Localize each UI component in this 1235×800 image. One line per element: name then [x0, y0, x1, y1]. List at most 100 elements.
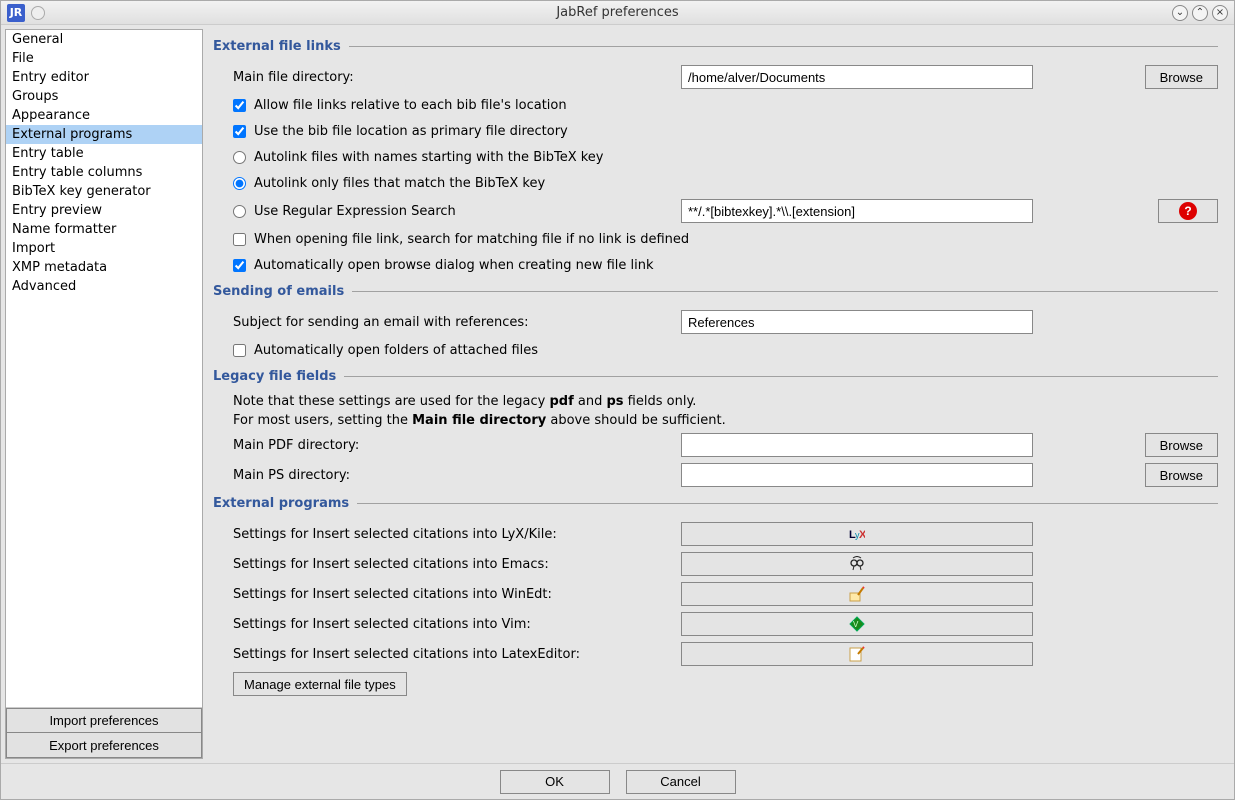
sidebar-item-entry-preview[interactable]: Entry preview: [6, 201, 202, 220]
sidebar: GeneralFileEntry editorGroupsAppearanceE…: [5, 29, 203, 759]
sidebar-item-import[interactable]: Import: [6, 239, 202, 258]
sidebar-item-groups[interactable]: Groups: [6, 87, 202, 106]
sidebar-item-entry-table-columns[interactable]: Entry table columns: [6, 163, 202, 182]
pdf-dir-input[interactable]: [681, 433, 1033, 457]
regex-input[interactable]: [681, 199, 1033, 223]
import-preferences-button[interactable]: Import preferences: [6, 708, 202, 733]
chk-search-match[interactable]: [233, 233, 246, 246]
row-pdf-dir: Main PDF directory: Browse: [213, 430, 1218, 460]
legacy-note-2: For most users, setting the Main file di…: [213, 411, 1218, 430]
vim-label: Settings for Insert selected citations i…: [233, 617, 673, 632]
row-winedt: Settings for Insert selected citations i…: [213, 579, 1218, 609]
section-external-file-links: External file links: [213, 39, 1218, 54]
chk-relative[interactable]: [233, 99, 246, 112]
export-preferences-button[interactable]: Export preferences: [6, 733, 202, 758]
sidebar-item-entry-editor[interactable]: Entry editor: [6, 68, 202, 87]
radio-start-row: Autolink files with names starting with …: [213, 144, 1218, 170]
emacs-icon: [849, 556, 865, 572]
main-file-dir-browse-button[interactable]: Browse: [1145, 65, 1218, 89]
chk-open-folders-label: Automatically open folders of attached f…: [254, 343, 538, 358]
manage-external-file-types-button[interactable]: Manage external file types: [233, 672, 407, 696]
content-area: GeneralFileEntry editorGroupsAppearanceE…: [1, 25, 1234, 763]
row-emacs: Settings for Insert selected citations i…: [213, 549, 1218, 579]
chk-auto-browse-label: Automatically open browse dialog when cr…: [254, 258, 654, 273]
preferences-window: JR JabRef preferences ⌄ ⌃ × GeneralFileE…: [0, 0, 1235, 800]
email-subject-label: Subject for sending an email with refere…: [233, 315, 673, 330]
chk-open-folders-row: Automatically open folders of attached f…: [213, 337, 1218, 363]
winedt-settings-button[interactable]: [681, 582, 1033, 606]
radio-regex-label: Use Regular Expression Search: [254, 204, 456, 219]
radio-match-row: Autolink only files that match the BibTe…: [213, 170, 1218, 196]
lyx-label: Settings for Insert selected citations i…: [233, 527, 673, 542]
section-rule: [349, 46, 1218, 47]
row-ps-dir: Main PS directory: Browse: [213, 460, 1218, 490]
chk-auto-browse-row: Automatically open browse dialog when cr…: [213, 252, 1218, 278]
sidebar-item-general[interactable]: General: [6, 30, 202, 49]
vim-settings-button[interactable]: V: [681, 612, 1033, 636]
row-vim: Settings for Insert selected citations i…: [213, 609, 1218, 639]
sidebar-item-appearance[interactable]: Appearance: [6, 106, 202, 125]
row-email-subject: Subject for sending an email with refere…: [213, 307, 1218, 337]
sidebar-item-entry-table[interactable]: Entry table: [6, 144, 202, 163]
lyx-settings-button[interactable]: LyX: [681, 522, 1033, 546]
sidebar-item-external-programs[interactable]: External programs: [6, 125, 202, 144]
radio-autolink-start[interactable]: [233, 151, 246, 164]
chk-relative-label: Allow file links relative to each bib fi…: [254, 98, 567, 113]
vim-icon: V: [849, 616, 865, 632]
sidebar-item-advanced[interactable]: Advanced: [6, 277, 202, 296]
email-subject-input[interactable]: [681, 310, 1033, 334]
emacs-settings-button[interactable]: [681, 552, 1033, 576]
radio-start-label: Autolink files with names starting with …: [254, 150, 604, 165]
main-panel: External file links Main file directory:…: [203, 25, 1234, 763]
chk-open-folders[interactable]: [233, 344, 246, 357]
chk-primary-row: Use the bib file location as primary fil…: [213, 118, 1218, 144]
ok-button[interactable]: OK: [500, 770, 610, 794]
sidebar-list: GeneralFileEntry editorGroupsAppearanceE…: [6, 30, 202, 707]
radio-match-label: Autolink only files that match the BibTe…: [254, 176, 545, 191]
help-icon: ?: [1179, 202, 1197, 220]
row-latex: Settings for Insert selected citations i…: [213, 639, 1218, 669]
section-rule: [357, 503, 1218, 504]
legacy-note-1: Note that these settings are used for th…: [213, 392, 1218, 411]
footer: OK Cancel: [1, 763, 1234, 799]
emacs-label: Settings for Insert selected citations i…: [233, 557, 673, 572]
ps-dir-browse-button[interactable]: Browse: [1145, 463, 1218, 487]
chk-primary-label: Use the bib file location as primary fil…: [254, 124, 568, 139]
radio-autolink-match[interactable]: [233, 177, 246, 190]
section-external-programs: External programs: [213, 496, 1218, 511]
section-legacy: Legacy file fields: [213, 369, 1218, 384]
chk-search-match-label: When opening file link, search for match…: [254, 232, 689, 247]
row-lyx: Settings for Insert selected citations i…: [213, 519, 1218, 549]
chk-primary[interactable]: [233, 125, 246, 138]
sidebar-item-xmp-metadata[interactable]: XMP metadata: [6, 258, 202, 277]
sidebar-bottom: Import preferences Export preferences: [6, 707, 202, 758]
chk-auto-browse[interactable]: [233, 259, 246, 272]
sidebar-item-bibtex-key-generator[interactable]: BibTeX key generator: [6, 182, 202, 201]
row-main-file-dir: Main file directory: Browse: [213, 62, 1218, 92]
section-rule: [344, 376, 1218, 377]
chk-relative-row: Allow file links relative to each bib fi…: [213, 92, 1218, 118]
window-title: JabRef preferences: [1, 5, 1234, 20]
winedt-icon: [849, 586, 865, 602]
radio-regex-row: Use Regular Expression Search ?: [213, 196, 1218, 226]
section-title: External file links: [213, 39, 341, 54]
main-file-dir-input[interactable]: [681, 65, 1033, 89]
row-manage-types: Manage external file types: [213, 669, 1218, 699]
pdf-dir-label: Main PDF directory:: [233, 438, 673, 453]
ps-dir-label: Main PS directory:: [233, 468, 673, 483]
pdf-dir-browse-button[interactable]: Browse: [1145, 433, 1218, 457]
svg-text:X: X: [859, 529, 865, 541]
section-title: Sending of emails: [213, 284, 344, 299]
lyx-icon: LyX: [849, 526, 865, 542]
ps-dir-input[interactable]: [681, 463, 1033, 487]
titlebar: JR JabRef preferences ⌄ ⌃ ×: [1, 1, 1234, 25]
regex-help-button[interactable]: ?: [1158, 199, 1218, 223]
sidebar-item-file[interactable]: File: [6, 49, 202, 68]
section-title: Legacy file fields: [213, 369, 336, 384]
section-sending-emails: Sending of emails: [213, 284, 1218, 299]
sidebar-item-name-formatter[interactable]: Name formatter: [6, 220, 202, 239]
latex-settings-button[interactable]: [681, 642, 1033, 666]
radio-autolink-regex[interactable]: [233, 205, 246, 218]
cancel-button[interactable]: Cancel: [626, 770, 736, 794]
svg-text:V: V: [853, 620, 859, 629]
